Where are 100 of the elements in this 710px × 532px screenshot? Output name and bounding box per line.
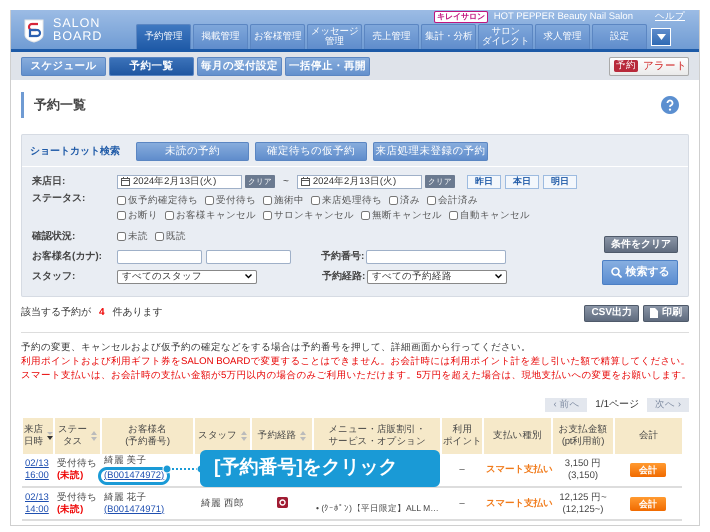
help-link[interactable]: ヘルプ: [655, 11, 685, 23]
date-button[interactable]: 本日: [504, 174, 539, 188]
date-value: 2024年2月13日(火): [312, 176, 396, 188]
calendar-icon: [300, 177, 310, 186]
brand-badge: キレイサロン: [434, 11, 488, 23]
checkout-button[interactable]: 会計: [630, 496, 666, 510]
checkbox[interactable]: [165, 211, 174, 220]
column-header: お支払金額 (pt利用前): [558, 424, 608, 448]
checkbox[interactable]: [205, 196, 214, 205]
checkbox-label: 施術中: [274, 194, 304, 206]
nav-tab[interactable]: 売上管理: [364, 24, 419, 49]
sub-tab[interactable]: スケジュール: [21, 56, 106, 76]
checkbox[interactable]: [117, 232, 126, 241]
checkbox[interactable]: [263, 196, 272, 205]
column-header: 利用 ポイント: [443, 424, 482, 448]
amount-value: 3,150 円: [564, 458, 602, 470]
notice-text: 予約の変更、キャンセルおよび仮予約の確定などをする場合は予約番号を押して、詳細画面から行ってください。: [21, 341, 532, 355]
nav-tab[interactable]: メッセージ 管理: [307, 24, 362, 49]
nav-tab[interactable]: お客様管理: [250, 24, 305, 49]
amount-before-points: (3,150): [566, 470, 600, 482]
reservation-number-link[interactable]: (B001474972): [104, 470, 164, 481]
status-text: 受付待ち: [57, 458, 98, 470]
column-header: メニュー・店販割引・ サービス・オプション: [328, 424, 426, 448]
date-button[interactable]: 昨日: [466, 174, 501, 188]
nav-tab[interactable]: 予約管理: [136, 24, 191, 49]
payment-type: スマート支払い: [486, 464, 552, 475]
shortcut-button[interactable]: 来店処理未登録の予約: [373, 142, 488, 161]
status-text: 受付待ち: [57, 492, 98, 504]
print-button[interactable]: 印刷: [643, 304, 689, 322]
alert-badge: 予約: [614, 60, 638, 72]
time-link[interactable]: 16:00: [25, 470, 51, 482]
field-label: 予約経路:: [322, 270, 366, 282]
nav-tab[interactable]: 求人管理: [535, 24, 590, 49]
name-field[interactable]: [206, 250, 291, 264]
checkbox[interactable]: [361, 211, 370, 220]
field-label: 予約番号:: [321, 250, 366, 262]
nav-tab[interactable]: 設定: [592, 24, 647, 49]
caret-icon: [656, 34, 666, 40]
date-button[interactable]: 明日: [542, 174, 577, 188]
column-header: 会計: [638, 430, 658, 442]
nav-tab[interactable]: 掲載管理: [193, 24, 248, 49]
date-value: 2024年2月13日(火): [133, 176, 216, 188]
unread-label: (未読): [57, 470, 84, 482]
checkbox[interactable]: [155, 232, 164, 241]
checkbox[interactable]: [311, 196, 320, 205]
shortcut-button[interactable]: 確定待ちの仮予約: [255, 142, 367, 161]
checkbox-label: サロンキャンセル: [274, 210, 354, 222]
staff-name: 綺麗 西郎: [201, 498, 244, 508]
checkbox-label: 仮予約確定待ち: [128, 194, 198, 206]
shortcut-button[interactable]: 未読の予約: [136, 142, 249, 161]
shortcut-label: ショートカット検索: [30, 146, 121, 158]
sub-tab[interactable]: 一括停止・再開: [285, 56, 370, 76]
customer-name: 綺麗 美子: [104, 455, 148, 467]
date-field[interactable]: 2024年2月13日(火): [117, 174, 242, 188]
date-field[interactable]: 2024年2月13日(火): [296, 174, 422, 188]
checkbox-label: 会計済み: [438, 194, 478, 206]
field-label: お客様名(カナ):: [32, 250, 103, 262]
select-value: すべての予約経路: [372, 270, 452, 282]
time-link[interactable]: 14:00: [25, 504, 51, 516]
checkbox[interactable]: [389, 196, 398, 205]
checkbox-label: お客様キャンセル: [176, 210, 256, 222]
date-link[interactable]: 02/13: [25, 458, 51, 470]
amount-value: 12,125 円~: [558, 492, 608, 504]
search-button[interactable]: 検索する: [602, 260, 678, 285]
sort-desc-icon[interactable]: [47, 431, 54, 441]
checkbox-label: 無断キャンセル: [372, 210, 442, 222]
csv-button[interactable]: CSV出力: [584, 304, 639, 322]
sub-tab[interactable]: 予約一覧: [109, 56, 194, 76]
clear-conditions-button[interactable]: 条件をクリア: [604, 236, 678, 253]
column-header: ステー タス: [58, 424, 88, 448]
checkbox-label: 自動キャンセル: [460, 210, 530, 222]
checkbox[interactable]: [263, 211, 272, 220]
column-header: スタッフ: [198, 430, 237, 442]
chevron-icon: [245, 274, 252, 279]
checkbox-label: 未読: [128, 230, 148, 242]
payment-type: スマート支払い: [486, 498, 552, 508]
dropdown-button[interactable]: [651, 28, 671, 46]
name-field[interactable]: [117, 250, 202, 264]
nav-tab[interactable]: サロン ダイレクト: [478, 24, 533, 49]
reservation-number-link[interactable]: (B001474971): [104, 504, 164, 514]
reservation-number-field[interactable]: [366, 250, 506, 264]
checkbox[interactable]: [427, 196, 436, 205]
checkbox-label: 受付待ち: [216, 194, 256, 206]
field-label: 確認状況:: [32, 230, 76, 242]
alert-button[interactable]: 予約 アラート: [609, 56, 689, 76]
sub-tab[interactable]: 毎月の受付設定: [197, 56, 282, 76]
checkout-button[interactable]: 会計: [630, 463, 666, 477]
field-label: スタッフ:: [32, 270, 76, 282]
page-indicator: 1/1ページ: [595, 399, 640, 411]
checkbox[interactable]: [117, 211, 126, 220]
document-icon: [650, 308, 658, 318]
help-icon[interactable]: [661, 96, 679, 114]
checkbox[interactable]: [449, 211, 458, 220]
amount-before-points: (12,125~): [562, 504, 604, 516]
checkbox[interactable]: [117, 196, 126, 205]
column-header: 来店 日時: [24, 424, 44, 448]
select-field[interactable]: すべてのスタッフ: [117, 270, 257, 284]
select-field[interactable]: すべての予約経路: [367, 270, 507, 284]
date-link[interactable]: 02/13: [25, 492, 51, 504]
nav-tab[interactable]: 集計・分析: [421, 24, 476, 49]
